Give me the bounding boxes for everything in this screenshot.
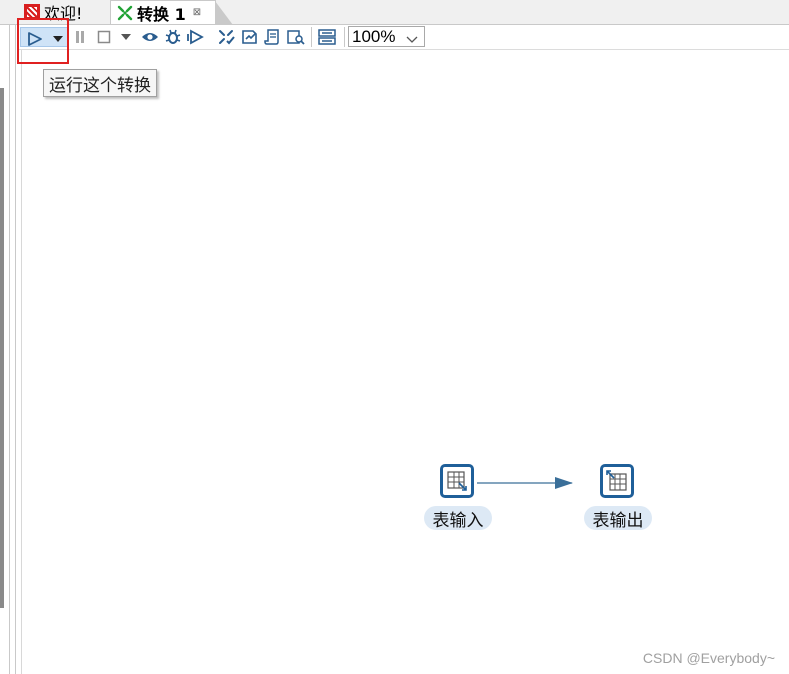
impact-button[interactable] <box>240 27 260 47</box>
bug-icon <box>165 29 181 44</box>
debug-button[interactable] <box>163 27 183 47</box>
close-icon[interactable]: ⊠ <box>193 7 201 18</box>
stop-button[interactable] <box>96 27 112 47</box>
editor-tab-bar: 欢迎! 转换 1 ⊠ <box>0 0 789 25</box>
show-results-button[interactable] <box>317 27 337 47</box>
transformation-toolbar: 100% <box>17 25 789 50</box>
impact-icon <box>242 30 257 44</box>
hop-arrow-icon <box>555 477 573 489</box>
watermark: CSDN @Everybody~ <box>642 650 775 666</box>
script-icon <box>264 29 279 45</box>
replay-button[interactable] <box>186 27 206 47</box>
chevron-down-icon <box>406 30 418 49</box>
zoom-value: 100% <box>352 26 396 46</box>
verify-icon <box>219 30 235 45</box>
left-gutter <box>0 24 22 674</box>
gutter-divider <box>15 24 16 674</box>
explore-db-button[interactable] <box>286 27 306 47</box>
tab-transform[interactable]: 转换 1 ⊠ <box>110 0 233 25</box>
stop-dropdown-button[interactable] <box>118 27 134 47</box>
tab-label: 转换 1 <box>137 4 186 24</box>
verify-button[interactable] <box>217 27 237 47</box>
eye-icon <box>142 33 158 41</box>
pause-button[interactable] <box>73 27 87 47</box>
step-label: 表输入 <box>424 506 492 531</box>
hop-layer <box>477 477 573 489</box>
results-panel-icon <box>318 29 336 45</box>
sql-button[interactable] <box>263 27 283 47</box>
db-search-icon <box>287 30 305 45</box>
replay-icon <box>187 29 204 45</box>
preview-button[interactable] <box>140 27 160 47</box>
zoom-select[interactable]: 100% <box>348 26 425 47</box>
table-output-icon <box>600 464 634 498</box>
gutter-divider <box>9 24 10 674</box>
left-scroll-bar[interactable] <box>0 88 4 608</box>
step-label: 表输出 <box>584 506 652 531</box>
transformation-canvas[interactable]: 表输入 表输出 <box>22 50 789 674</box>
table-input-icon <box>440 464 474 498</box>
transform-icon <box>117 5 133 21</box>
